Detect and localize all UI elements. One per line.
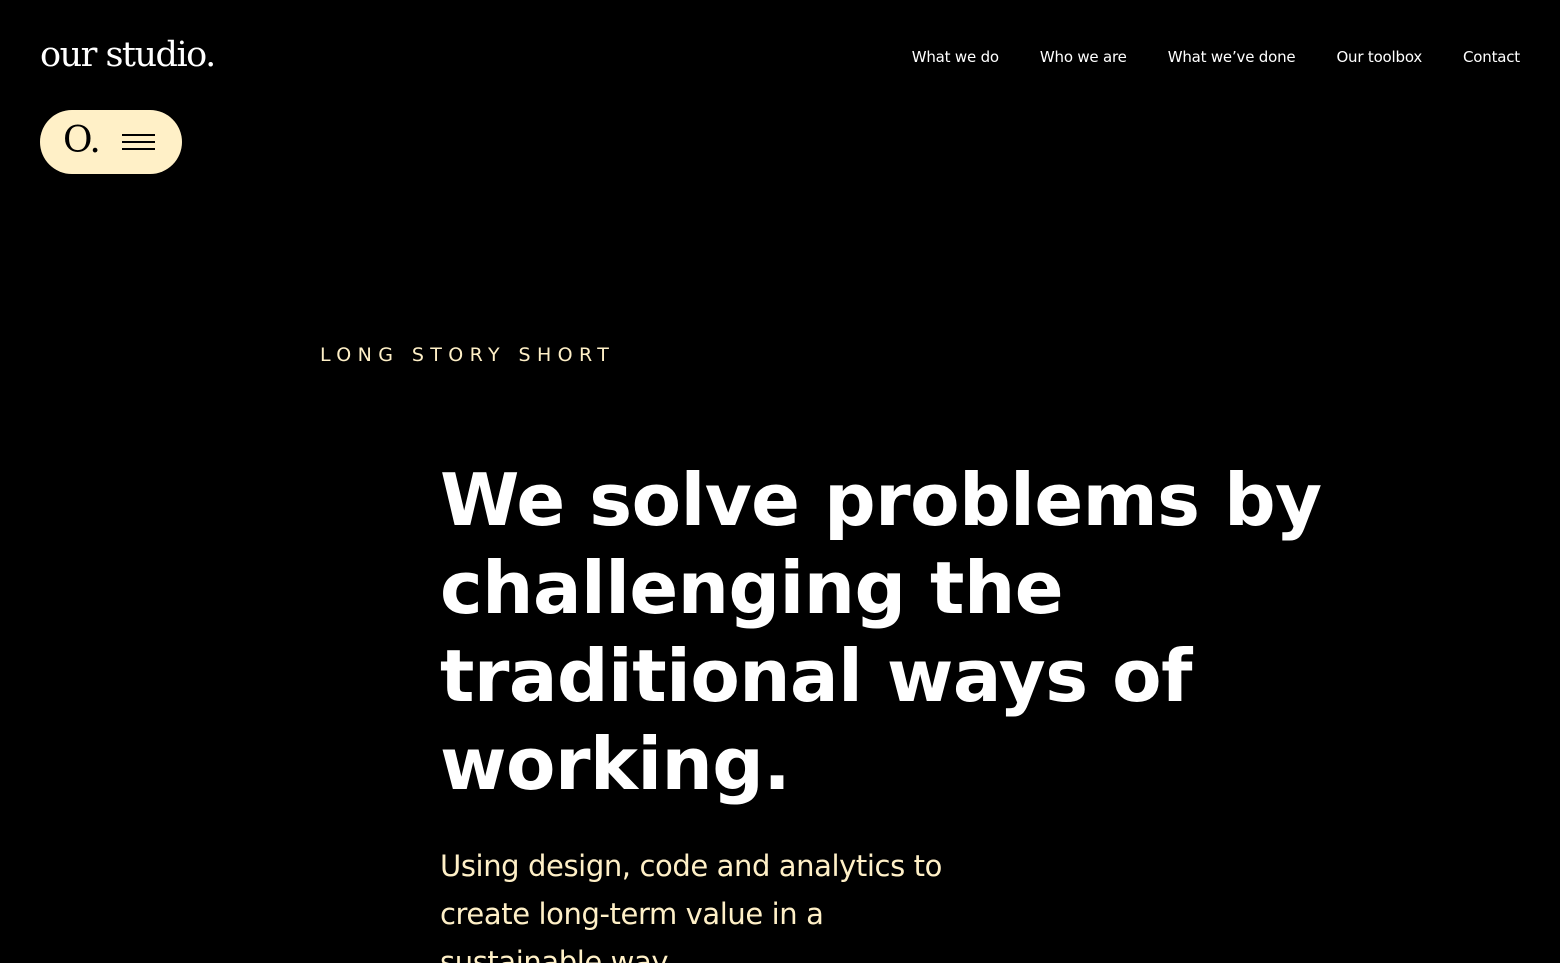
hero-headline: We solve problems by challenging the tra… [440,456,1440,808]
main-nav: What we do Who we are What we’ve done Ou… [912,47,1520,67]
hamburger-icon [122,134,155,151]
section-eyebrow: LONG STORY SHORT [320,344,616,366]
nav-link-who-we-are[interactable]: Who we are [1040,47,1127,67]
nav-link-our-toolbox[interactable]: Our toolbox [1336,47,1422,67]
menu-logo-mark: O. [63,120,101,161]
headline-line: We solve problems by [440,458,1322,542]
menu-button[interactable]: O. [40,110,182,174]
subheading-line: Using design, code and analytics to [440,849,942,883]
hamburger-line [122,148,155,150]
headline-line: working. [440,722,791,806]
headline-line: traditional ways of [440,634,1192,718]
nav-link-contact[interactable]: Contact [1463,47,1520,67]
subheading-line: create long-term value in a [440,897,824,931]
hamburger-line [122,141,155,143]
hero-subheading: Using design, code and analytics to crea… [440,842,1000,963]
nav-link-what-we-do[interactable]: What we do [912,47,999,67]
hamburger-line [122,134,155,136]
site-logo[interactable]: our studio. [40,33,216,77]
headline-line: challenging the [440,546,1064,630]
subheading-line: sustainable way. [440,945,673,963]
nav-link-what-weve-done[interactable]: What we’ve done [1168,47,1296,67]
